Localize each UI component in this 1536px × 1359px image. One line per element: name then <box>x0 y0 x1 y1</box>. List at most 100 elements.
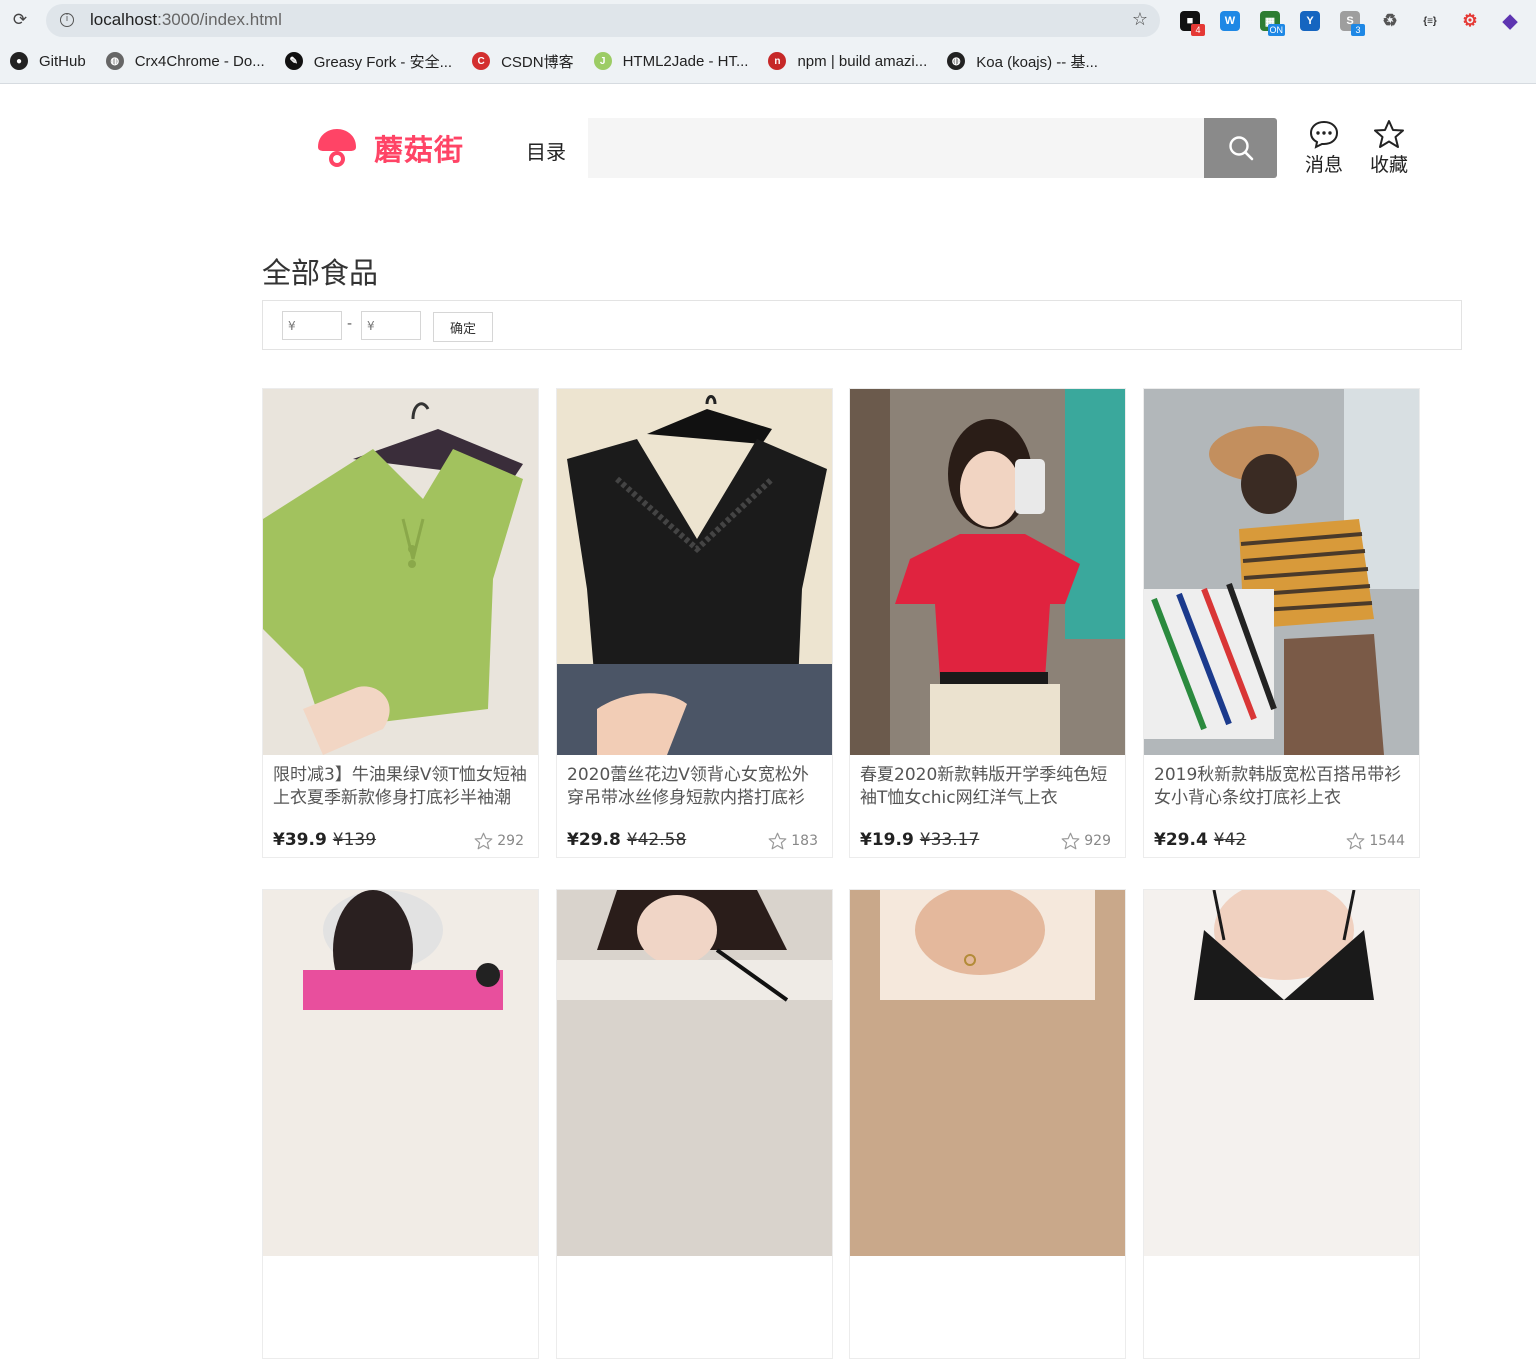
bookmark-favicon-icon: ◍ <box>105 52 124 70</box>
product-card[interactable] <box>262 889 539 1359</box>
ext-notes-icon[interactable]: ■ 4 <box>1170 6 1210 36</box>
product-card[interactable] <box>849 889 1126 1359</box>
extension-badge: ON <box>1267 24 1285 36</box>
bookmark-item[interactable]: ● GitHub <box>0 46 96 76</box>
url-text[interactable]: localhost:3000/index.html <box>90 10 282 30</box>
bookmark-favicon-icon: n <box>768 52 787 70</box>
product-title[interactable]: 限时减3】牛油果绿V领T恤女短袖上衣夏季新款修身打底衫半袖潮 <box>273 764 528 810</box>
product-title[interactable]: 春夏2020新款韩版开学季纯色短袖T恤女chic网红洋气上衣 <box>860 764 1115 810</box>
range-separator: - <box>347 316 353 332</box>
product-price: ¥19.9 ¥33.17 <box>860 830 979 850</box>
favorites-label: 收藏 <box>1369 154 1408 176</box>
product-image[interactable] <box>557 890 832 1256</box>
site-logo[interactable]: 蘑菇街 <box>314 125 464 171</box>
max-price-input[interactable] <box>361 311 421 340</box>
favorite-count-value: 292 <box>497 833 524 849</box>
bookmark-item[interactable]: n npm | build amazi... <box>758 46 937 76</box>
bookmark-item[interactable]: ◍ Crx4Chrome - Do... <box>96 46 275 76</box>
original-price: ¥42.58 <box>626 830 687 850</box>
search-input[interactable] <box>588 118 1204 178</box>
bookmark-label: npm | build amazi... <box>797 52 928 70</box>
bookmark-star-icon[interactable]: ☆ <box>1132 9 1148 30</box>
current-price: ¥29.8 <box>567 830 621 850</box>
bookmark-item[interactable]: J HTML2Jade - HT... <box>584 46 759 76</box>
product-price: ¥29.4 ¥42 <box>1154 830 1246 850</box>
site-info-icon[interactable]: i <box>60 13 74 27</box>
bookmark-favicon-icon: ● <box>10 52 28 70</box>
ext-network-icon[interactable]: ⚙ <box>1450 6 1490 36</box>
bookmark-label: HTML2Jade - HT... <box>622 52 749 70</box>
reload-icon[interactable]: ⟳ <box>10 10 30 30</box>
url-host: localhost <box>90 10 158 29</box>
confirm-filter-button[interactable]: 确定 <box>433 312 493 342</box>
bookmark-item[interactable]: ◍ Koa (koajs) -- 基... <box>937 46 1108 76</box>
product-image[interactable] <box>1144 890 1419 1256</box>
bookmark-item[interactable]: C CSDN博客 <box>462 46 584 76</box>
favorite-count[interactable]: 1544 <box>1346 832 1405 850</box>
extension-badge: 3 <box>1351 24 1365 36</box>
product-image[interactable] <box>850 389 1125 755</box>
original-price: ¥139 <box>332 830 377 850</box>
product-image[interactable] <box>1144 389 1419 755</box>
product-card[interactable] <box>1143 889 1420 1359</box>
product-image[interactable] <box>263 890 538 1256</box>
brand-name: 蘑菇街 <box>374 133 465 167</box>
ext-gem-icon[interactable]: ◆ <box>1490 6 1530 36</box>
product-title[interactable] <box>567 1265 822 1311</box>
bookmark-label: Koa (koajs) -- 基... <box>976 53 1098 71</box>
ext-s-icon[interactable]: S3 <box>1330 6 1370 36</box>
product-image[interactable] <box>850 890 1125 1256</box>
bookmark-label: Crx4Chrome - Do... <box>134 52 265 70</box>
product-price <box>1154 1331 1160 1351</box>
ext-json-icon[interactable]: {≡} <box>1410 6 1450 36</box>
star-outline-icon <box>1346 832 1365 850</box>
product-title[interactable] <box>1154 1265 1409 1311</box>
bookmark-favicon-icon: C <box>472 52 491 70</box>
product-card[interactable]: 2019秋新款韩版宽松百搭吊带衫女小背心条纹打底衫上衣 ¥29.4 ¥42 154… <box>1143 388 1420 858</box>
favorite-count-value: 1544 <box>1369 833 1405 849</box>
ext-json-icon-glyph: {≡} <box>1423 15 1437 27</box>
product-title[interactable]: 2020蕾丝花边V领背心女宽松外穿吊带冰丝修身短款内搭打底衫 <box>567 764 822 810</box>
favorite-count[interactable]: 292 <box>474 832 524 850</box>
current-price: ¥39.9 <box>273 830 327 850</box>
product-image[interactable] <box>263 389 538 755</box>
product-price <box>273 1331 279 1351</box>
bookmark-favicon-icon: ✎ <box>284 52 303 70</box>
search-button[interactable] <box>1204 118 1277 178</box>
ext-wps-icon[interactable]: W <box>1210 6 1250 36</box>
star-outline-icon <box>1061 832 1080 850</box>
ext-toggle-icon[interactable]: ▦ ON <box>1250 6 1290 36</box>
bookmark-item[interactable]: ✎ Greasy Fork - 安全... <box>275 46 462 76</box>
browser-toolbar: ⟳ i localhost:3000/index.html ☆ ■ 4 W ▦ ON Y S… <box>0 0 1536 84</box>
address-bar[interactable]: i localhost:3000/index.html ☆ <box>46 4 1160 37</box>
ext-vue-icon[interactable]: Y <box>1290 6 1330 36</box>
product-card[interactable]: 限时减3】牛油果绿V领T恤女短袖上衣夏季新款修身打底衫半袖潮 ¥39.9 ¥139… <box>262 388 539 858</box>
url-path: :3000/index.html <box>157 10 282 29</box>
product-price: ¥29.8 ¥42.58 <box>567 830 686 850</box>
product-image[interactable] <box>557 389 832 755</box>
catalog-link[interactable]: 目录 <box>526 136 566 165</box>
product-price: ¥39.9 ¥139 <box>273 830 376 850</box>
original-price: ¥42 <box>1213 830 1247 850</box>
mushroom-logo-icon <box>318 129 356 167</box>
search-icon <box>1228 136 1253 161</box>
current-price: ¥29.4 <box>1154 830 1208 850</box>
product-title[interactable] <box>860 1265 1115 1311</box>
extension-badge: 4 <box>1191 24 1205 36</box>
min-price-input[interactable] <box>282 311 342 340</box>
product-title[interactable] <box>273 1265 528 1311</box>
product-card[interactable]: 春夏2020新款韩版开学季纯色短袖T恤女chic网红洋气上衣 ¥19.9 ¥33.… <box>849 388 1126 858</box>
favorite-count[interactable]: 183 <box>768 832 818 850</box>
ext-wps-icon-glyph: W <box>1220 11 1240 31</box>
product-card[interactable] <box>556 889 833 1359</box>
bookmarks-bar: ● GitHub ◍ Crx4Chrome - Do... ✎ Greasy Fork -… <box>0 46 1108 76</box>
messages-link[interactable]: 消息 <box>1299 119 1349 177</box>
product-card[interactable]: 2020蕾丝花边V领背心女宽松外穿吊带冰丝修身短款内搭打底衫 ¥29.8 ¥42.… <box>556 388 833 858</box>
price-filter-bar: - 确定 <box>262 300 1462 350</box>
chat-bubble-icon <box>1309 120 1339 149</box>
product-title[interactable]: 2019秋新款韩版宽松百搭吊带衫女小背心条纹打底衫上衣 <box>1154 764 1409 810</box>
bookmark-favicon-icon: J <box>593 52 612 70</box>
favorites-link[interactable]: 收藏 <box>1364 119 1414 177</box>
favorite-count[interactable]: 929 <box>1061 832 1111 850</box>
ext-recycle-icon[interactable]: ♻ <box>1370 6 1410 36</box>
